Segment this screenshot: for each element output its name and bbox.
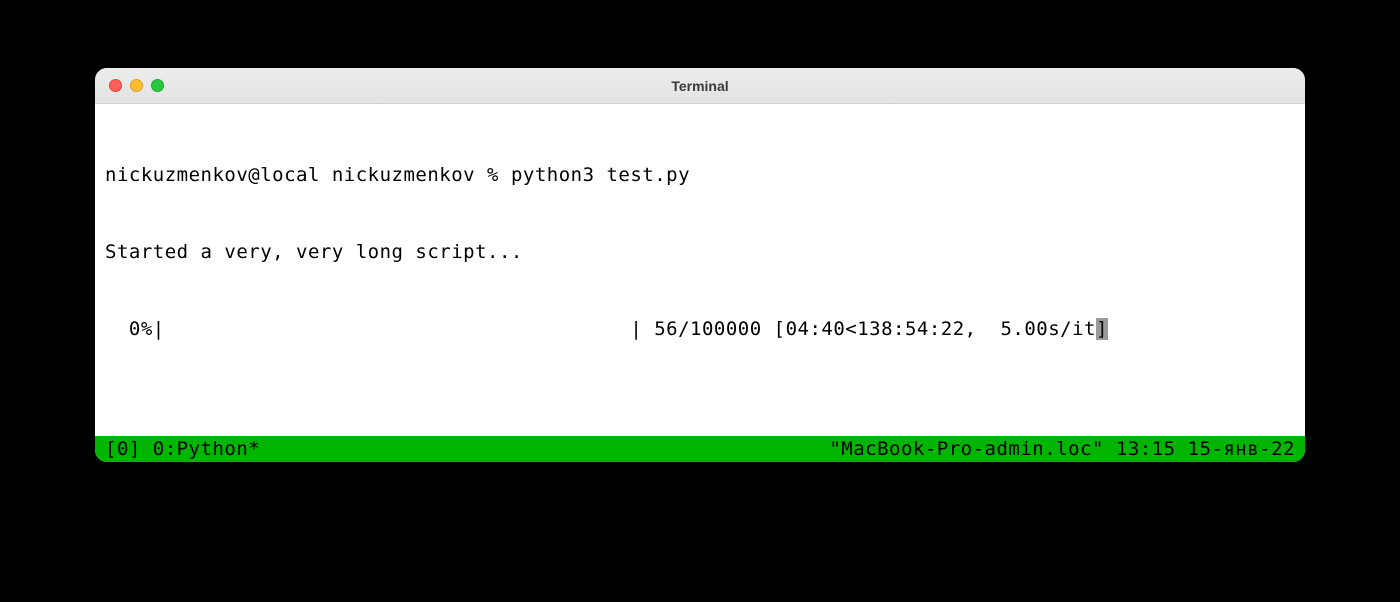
prompt-line: nickuzmenkov@local nickuzmenkov % python… [105, 163, 1295, 189]
progress-percent: 0% [105, 318, 153, 340]
close-icon[interactable] [109, 79, 122, 92]
progress-bar-fill [165, 318, 631, 340]
window-title: Terminal [95, 78, 1305, 94]
tmux-status-right: "MacBook-Pro-admin.loc" 13:15 15-янв-22 [829, 438, 1295, 460]
progress-line: 0%| | 56/100000 [04:40<138:54:22, 5.00s/… [105, 317, 1295, 343]
fullscreen-icon[interactable] [151, 79, 164, 92]
tmux-time: 13:15 [1116, 438, 1176, 460]
progress-timing: [04:40<138:54:22, 5.00s/it [762, 318, 1096, 340]
progress-bar-left: | [153, 318, 165, 340]
progress-bar-right: | [630, 318, 654, 340]
minimize-icon[interactable] [130, 79, 143, 92]
tmux-date: 15-янв-22 [1188, 438, 1295, 460]
shell-prompt: nickuzmenkov@local nickuzmenkov % [105, 164, 511, 186]
terminal-output[interactable]: nickuzmenkov@local nickuzmenkov % python… [95, 104, 1305, 436]
tmux-window-list[interactable]: [0] 0:Python* [105, 438, 260, 460]
output-line: Started a very, very long script... [105, 240, 1295, 266]
titlebar[interactable]: Terminal [95, 68, 1305, 104]
tmux-hostname: "MacBook-Pro-admin.loc" [829, 438, 1104, 460]
terminal-window: Terminal nickuzmenkov@local nickuzmenkov… [95, 68, 1305, 462]
progress-counter: 56/100000 [654, 318, 761, 340]
command-text: python3 test.py [511, 164, 690, 186]
traffic-lights [109, 79, 164, 92]
cursor-icon: ] [1096, 318, 1108, 340]
tmux-status-bar[interactable]: [0] 0:Python* "MacBook-Pro-admin.loc" 13… [95, 436, 1305, 462]
